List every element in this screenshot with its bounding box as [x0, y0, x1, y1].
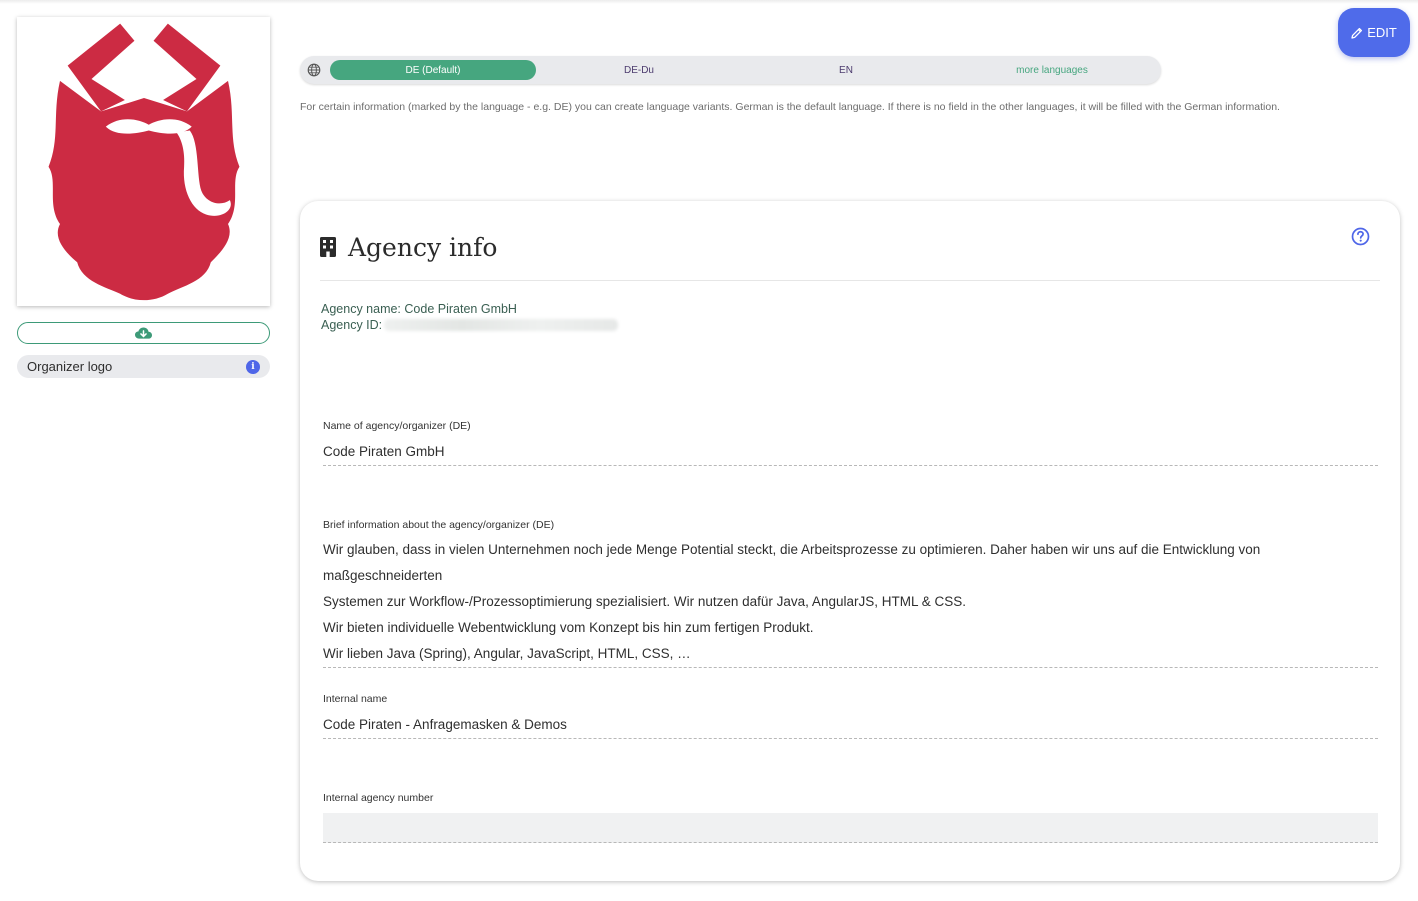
pirate-beard-logo: [48, 23, 239, 300]
tab-more-languages[interactable]: more languages: [949, 60, 1155, 80]
card-divider: [320, 280, 1380, 281]
cloud-download-icon: [135, 327, 152, 339]
field-label: Name of agency/organizer (DE): [323, 420, 471, 432]
field-label: Internal agency number: [323, 792, 434, 804]
agency-id-label: Agency ID:: [321, 318, 383, 332]
agency-id-row: Agency ID:: [321, 317, 619, 333]
internal-name-input[interactable]: Code Piraten - Anfragemasken & Demos: [323, 717, 1378, 739]
field-internal-agency-number: Internal agency number: [323, 792, 1378, 843]
agency-id-redacted: [384, 319, 619, 331]
field-agency-name: Name of agency/organizer (DE) Code Pirat…: [323, 420, 1378, 466]
language-switcher: DE (Default) DE-Du EN more languages: [300, 56, 1161, 84]
info-icon[interactable]: i: [246, 359, 260, 374]
card-header: Agency info: [320, 229, 497, 265]
field-label: Brief information about the agency/organ…: [323, 519, 555, 531]
agency-name-input[interactable]: Code Piraten GmbH: [323, 444, 1378, 466]
agency-name-label: Agency name:: [321, 302, 401, 316]
agency-meta: Agency name: Code Piraten GmbH Agency ID…: [321, 301, 619, 333]
tab-lang-de-du[interactable]: DE-Du: [536, 60, 742, 80]
language-note: For certain information (marked by the l…: [300, 101, 1280, 113]
tab-lang-en[interactable]: EN: [743, 60, 949, 80]
field-label: Internal name: [323, 693, 388, 705]
edit-button-label: EDIT: [1367, 25, 1397, 40]
field-internal-name: Internal name Code Piraten - Anfragemask…: [323, 693, 1378, 739]
brief-info-line: Wir glauben, dass in vielen Unternehmen …: [323, 542, 1261, 583]
pencil-icon: [1351, 27, 1363, 39]
organizer-logo-text: Organizer logo: [27, 359, 113, 374]
brief-info-textarea[interactable]: Wir glauben, dass in vielen Unternehmen …: [323, 537, 1378, 668]
globe-icon: [307, 63, 321, 77]
organizer-logo-image[interactable]: [17, 17, 270, 306]
card-title: Agency info: [348, 232, 498, 262]
tab-lang-de[interactable]: DE (Default): [330, 60, 536, 80]
upload-logo-button[interactable]: [17, 322, 270, 344]
brief-info-line: Systemen zur Workflow-/Prozessoptimierun…: [323, 594, 966, 609]
organizer-logo-label: Organizer logo i: [17, 355, 270, 378]
agency-name-row: Agency name: Code Piraten GmbH: [321, 301, 618, 317]
agency-info-card: Agency info Agency name: Code Piraten Gm…: [300, 201, 1400, 881]
brief-info-line: Wir bieten individuelle Webentwicklung v…: [323, 620, 814, 635]
brief-info-line: Wir lieben Java (Spring), Angular, JavaS…: [323, 646, 691, 661]
building-icon: [320, 237, 336, 257]
internal-agency-number-input[interactable]: [323, 813, 1378, 843]
field-brief-info: Brief information about the agency/organ…: [323, 519, 1378, 668]
top-shadow: [0, 0, 1418, 4]
agency-name-value: Code Piraten GmbH: [404, 302, 517, 316]
question-circle-icon[interactable]: [1351, 227, 1370, 246]
edit-button[interactable]: EDIT: [1338, 8, 1410, 57]
